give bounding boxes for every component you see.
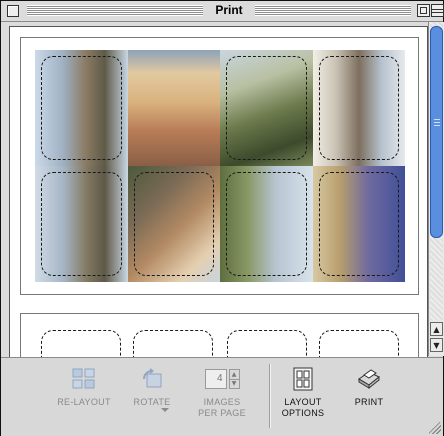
layout-options-label-line1: LAYOUT [284, 397, 322, 407]
empty-image-slot[interactable] [133, 330, 213, 357]
preview-area[interactable] [9, 26, 428, 358]
layout-options-label: LAYOUT OPTIONS [282, 397, 325, 419]
selection-outline [133, 172, 214, 276]
rotate-button[interactable]: ROTATE [127, 366, 177, 408]
images-per-page-label-line1: IMAGES [203, 397, 241, 407]
zoom-box[interactable] [417, 4, 430, 17]
print-page-preview [20, 37, 419, 295]
photo-thumbnail[interactable] [220, 166, 313, 282]
images-per-page-stepper: 4 ▲ ▼ [204, 366, 240, 392]
selection-outline [41, 172, 122, 276]
rotate-icon [138, 366, 166, 392]
images-per-page-control: 4 ▲ ▼ IMAGES PER PAGE [191, 366, 253, 419]
layout-options-icon [289, 366, 317, 392]
photo-thumbnail[interactable] [312, 166, 405, 282]
rotate-label: ROTATE [133, 397, 171, 407]
photo-thumbnail[interactable] [220, 50, 313, 166]
scroll-down-arrow-icon[interactable]: ▼ [430, 338, 443, 352]
relayout-label: RE-LAYOUT [57, 397, 111, 407]
title-stripes-right [255, 5, 411, 16]
close-box[interactable] [7, 5, 19, 17]
print-page-preview-2 [20, 313, 419, 357]
window-title: Print [215, 3, 243, 17]
print-window: Print ▲ ▼ RE-LAYOUT ROTATE 4 ▲ ▼ IMAGES … [0, 0, 444, 436]
selection-outline [226, 172, 307, 276]
title-stripes-left [27, 5, 203, 16]
empty-image-slot[interactable] [41, 330, 121, 357]
empty-image-slot[interactable] [319, 330, 399, 357]
selection-outline [226, 56, 307, 160]
relayout-button[interactable]: RE-LAYOUT [51, 366, 117, 408]
images-per-page-label: IMAGES PER PAGE [198, 397, 246, 419]
toolbar: RE-LAYOUT ROTATE 4 ▲ ▼ IMAGES PER PAGE L… [1, 357, 443, 436]
resize-grip[interactable] [429, 422, 441, 434]
empty-image-slot[interactable] [227, 330, 307, 357]
photo-thumbnail[interactable] [312, 50, 405, 166]
title-bar[interactable]: Print [1, 1, 444, 22]
selection-outline [318, 172, 399, 276]
photo-thumbnail[interactable] [35, 166, 128, 282]
stepper-up-icon[interactable]: ▲ [229, 370, 239, 380]
stepper-arrows[interactable]: ▲ ▼ [228, 369, 240, 389]
collapse-box[interactable] [431, 4, 444, 17]
layout-options-label-line2: OPTIONS [281, 408, 325, 418]
photo-thumbnail[interactable] [127, 166, 220, 282]
scroll-thumb[interactable] [430, 26, 443, 238]
scroll-up-arrow-icon[interactable]: ▲ [430, 322, 443, 336]
printer-icon [355, 366, 383, 392]
photo-thumbnail[interactable] [127, 50, 220, 166]
images-per-page-label-line2: PER PAGE [198, 408, 246, 418]
stepper-down-icon[interactable]: ▼ [230, 380, 239, 389]
print-button[interactable]: PRINT [347, 366, 391, 408]
photo-thumbnail[interactable] [35, 50, 128, 166]
selection-outline [318, 56, 399, 160]
images-per-page-field[interactable]: 4 [204, 369, 227, 389]
selection-outline [41, 56, 122, 160]
layout-options-button[interactable]: LAYOUT OPTIONS [279, 366, 327, 419]
rotate-dropdown-arrow-icon[interactable] [161, 408, 169, 412]
relayout-icon [70, 366, 98, 392]
print-label: PRINT [354, 397, 384, 407]
vertical-scrollbar[interactable]: ▲ ▼ [428, 22, 444, 356]
thumb-grip [434, 119, 440, 127]
toolbar-divider [269, 364, 270, 428]
photo-grid [35, 50, 405, 282]
